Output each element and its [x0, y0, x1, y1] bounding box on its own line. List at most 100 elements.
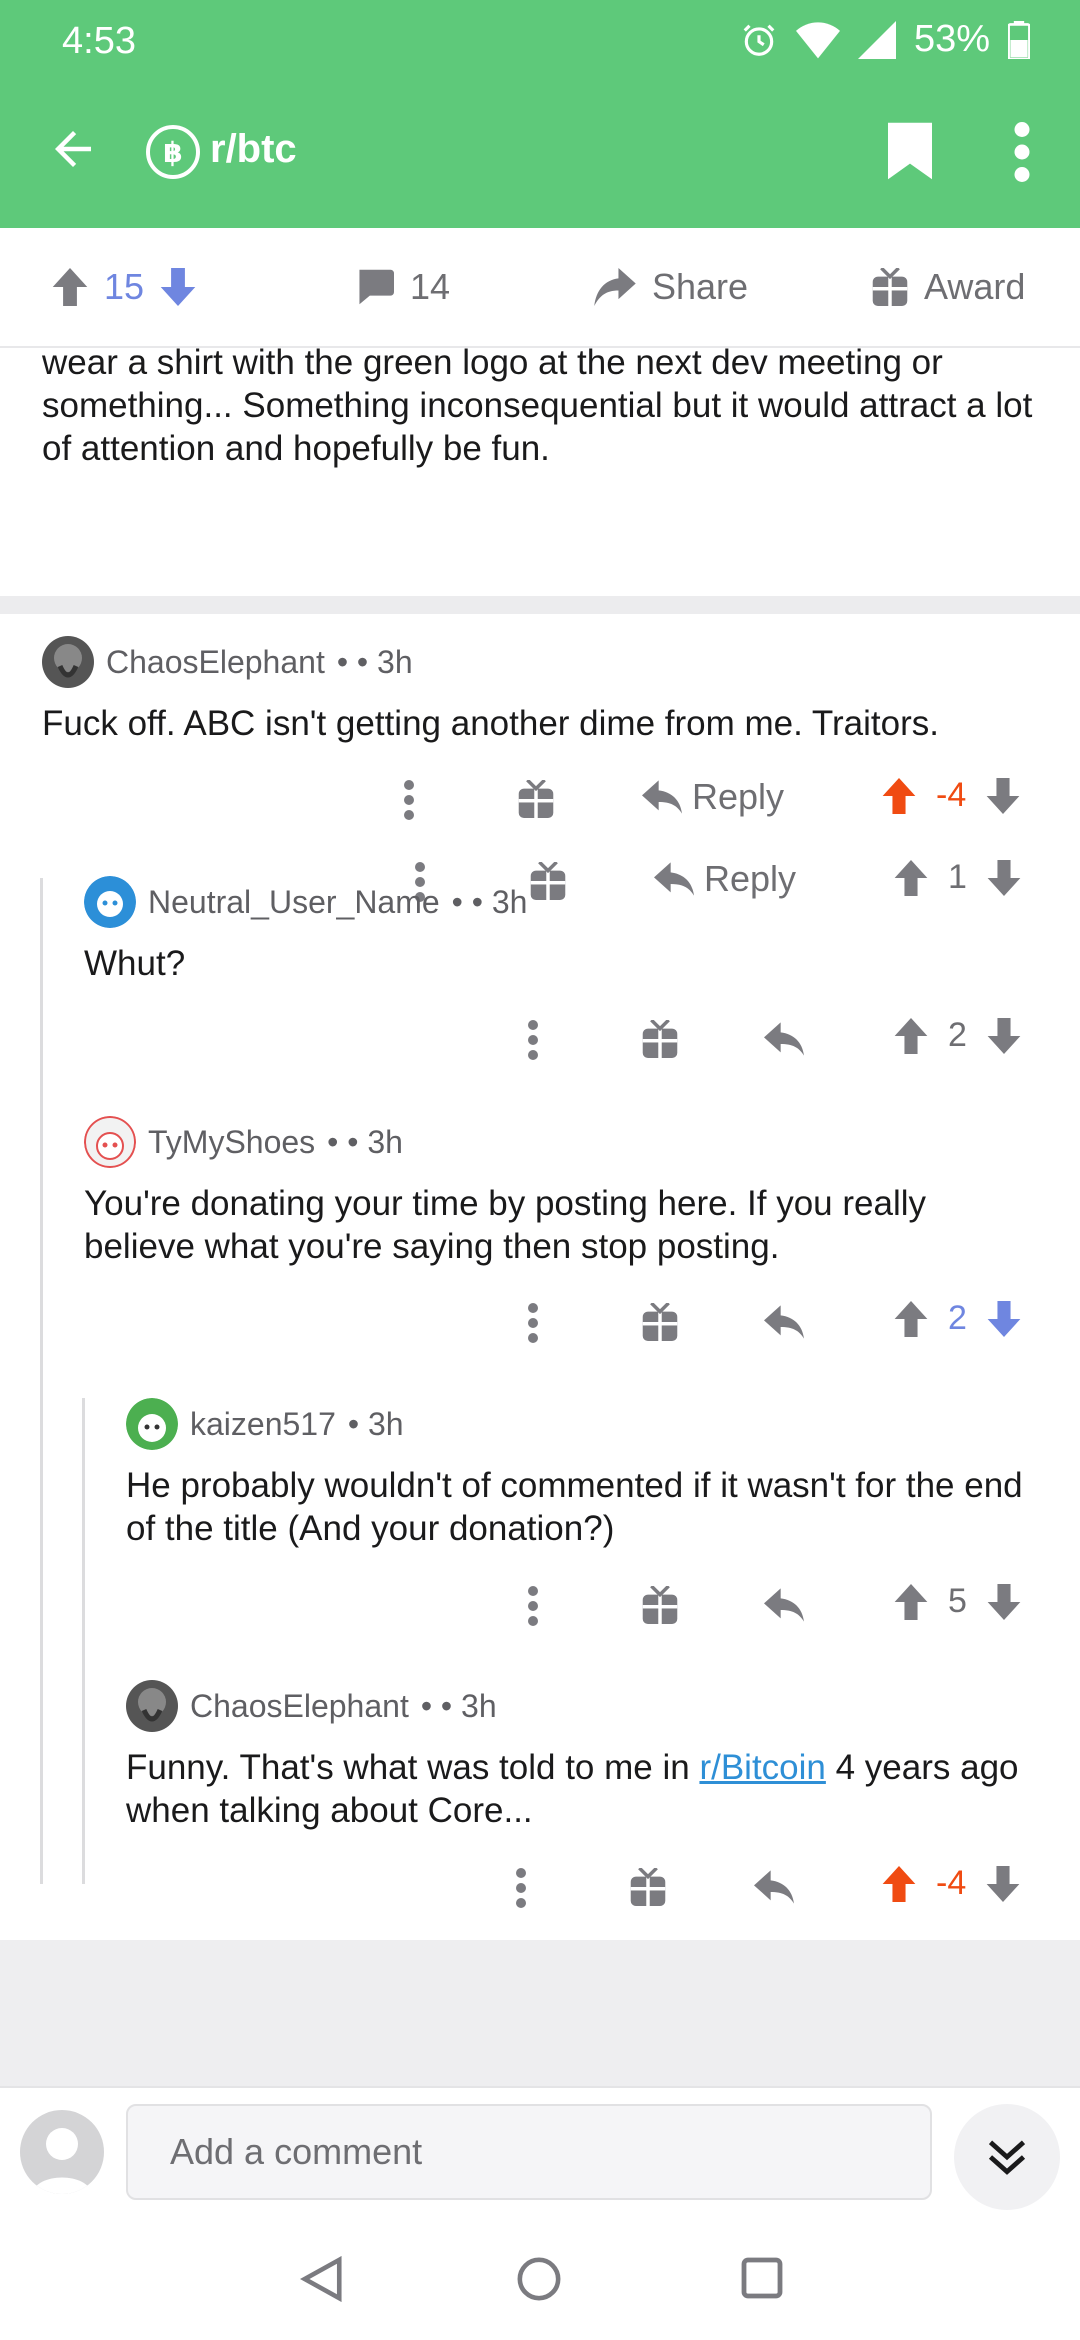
comment-meta: TyMyShoes • • 3h — [84, 1116, 1044, 1168]
share-button[interactable]: Share — [594, 266, 748, 308]
vote-group: 5 — [894, 1582, 1021, 1621]
score: 2 — [948, 1299, 967, 1337]
comment-author[interactable]: kaizen517 — [190, 1406, 336, 1443]
gift-icon[interactable] — [518, 780, 554, 818]
subreddit-link[interactable]: r/Bitcoin — [699, 1748, 825, 1787]
bookmark-icon[interactable] — [888, 122, 932, 180]
comment-time: • • 3h — [336, 643, 413, 680]
comment-meta: ChaosElephant • • 3h — [42, 636, 1042, 688]
comment-author[interactable]: Neutral_User_Name — [148, 884, 440, 921]
double-chevron-down-icon — [988, 2140, 1026, 2175]
upvote-icon[interactable] — [894, 1583, 928, 1620]
upvote-icon[interactable] — [882, 1865, 916, 1902]
score: 5 — [948, 1582, 967, 1620]
gift-icon[interactable] — [642, 1586, 678, 1624]
downvote-icon[interactable] — [987, 1583, 1021, 1620]
more-options-icon[interactable] — [1010, 122, 1034, 182]
comment: TyMyShoes • • 3h You're donating your ti… — [84, 1116, 1044, 1268]
downvote-icon[interactable] — [987, 1300, 1021, 1337]
upvote-icon[interactable] — [882, 777, 916, 814]
post-score: 15 — [104, 266, 145, 307]
score: 2 — [948, 1016, 967, 1054]
comment-composer: Add a comment — [0, 2086, 1080, 2216]
status-time: 4:53 — [62, 20, 136, 62]
add-comment-input[interactable]: Add a comment — [126, 2104, 932, 2200]
avatar[interactable] — [126, 1680, 178, 1732]
post-comments-button[interactable]: 14 — [356, 266, 450, 308]
snoo-avatar-icon — [84, 1116, 136, 1168]
comment-time: • • 3h — [327, 1123, 403, 1160]
comment-body: Funny. That's what was told to me in r/B… — [126, 1746, 1046, 1832]
reply-icon[interactable] — [754, 1870, 794, 1904]
comment-meta: kaizen517 • 3h — [126, 1398, 1046, 1450]
elephant-avatar-icon — [126, 1680, 178, 1732]
nav-back-icon[interactable] — [300, 2256, 344, 2302]
vote-group: -4 — [882, 776, 1020, 815]
gift-icon[interactable] — [642, 1020, 678, 1058]
reply-icon — [642, 780, 682, 814]
post-action-bar: 15 14 Share Award — [0, 228, 1080, 348]
back-arrow-icon[interactable] — [46, 122, 100, 176]
comment-time: • • 3h — [451, 883, 528, 920]
comment-author[interactable]: ChaosElephant — [190, 1688, 409, 1725]
avatar[interactable] — [84, 1116, 136, 1168]
more-icon[interactable] — [526, 1586, 540, 1626]
downvote-icon[interactable] — [160, 268, 196, 306]
reply-icon[interactable] — [764, 1588, 804, 1622]
comment-meta: ChaosElephant • • 3h — [126, 1680, 1046, 1732]
more-icon[interactable] — [514, 1868, 528, 1908]
gift-icon[interactable] — [630, 1868, 666, 1906]
battery-percent: 53% — [913, 18, 990, 60]
subreddit-name[interactable]: r/btc — [210, 127, 297, 172]
post-vote-group: 15 — [52, 266, 196, 308]
downvote-icon[interactable] — [986, 1865, 1020, 1902]
more-icon[interactable] — [526, 1303, 540, 1343]
system-nav-bar — [0, 2216, 1080, 2340]
comment-author[interactable]: ChaosElephant — [106, 644, 325, 681]
comment-meta: Neutral_User_Name • • 3h — [84, 876, 1044, 928]
nav-home-icon[interactable] — [516, 2256, 562, 2302]
downvote-icon[interactable] — [987, 1017, 1021, 1054]
post-body-clip: wear a shirt with the green logo at the … — [0, 348, 1080, 490]
alarm-icon — [743, 24, 775, 56]
comment-body: You're donating your time by posting her… — [84, 1184, 926, 1266]
comment-actions: Reply -4 — [0, 776, 1080, 840]
reply-icon[interactable] — [764, 1305, 804, 1339]
user-avatar[interactable] — [20, 2110, 104, 2194]
reply-label: Reply — [692, 776, 785, 817]
section-divider — [0, 596, 1080, 614]
nav-recents-icon[interactable] — [740, 2256, 784, 2300]
more-icon[interactable] — [526, 1020, 540, 1060]
more-icon[interactable] — [402, 780, 416, 820]
share-icon — [594, 268, 636, 306]
comment-author[interactable]: TyMyShoes — [148, 1124, 315, 1161]
comment: kaizen517 • 3h He probably wouldn't of c… — [126, 1398, 1046, 1550]
post-body-text: wear a shirt with the green logo at the … — [42, 348, 1033, 468]
upvote-icon[interactable] — [52, 268, 88, 306]
collapse-comments-button[interactable] — [954, 2104, 1060, 2210]
comment: ChaosElephant • • 3h Funny. That's what … — [126, 1680, 1046, 1832]
comment-time: • • 3h — [420, 1687, 497, 1724]
upvote-icon[interactable] — [894, 1017, 928, 1054]
reply-button[interactable]: Reply — [642, 776, 784, 818]
comment-icon — [359, 269, 394, 305]
comment-actions: 2 — [0, 1299, 1080, 1363]
award-button[interactable]: Award — [872, 266, 1025, 308]
comment-body: Whut? — [84, 944, 186, 983]
avatar[interactable] — [42, 636, 94, 688]
upvote-icon[interactable] — [894, 1300, 928, 1337]
comment-time: • 3h — [347, 1405, 404, 1442]
vote-group: -4 — [882, 1864, 1020, 1903]
gift-icon[interactable] — [642, 1303, 678, 1341]
gift-icon — [872, 268, 908, 306]
reply-icon[interactable] — [764, 1022, 804, 1056]
score: -4 — [936, 776, 967, 814]
elephant-avatar-icon — [42, 636, 94, 688]
downvote-icon[interactable] — [986, 777, 1020, 814]
snoo-avatar-icon — [84, 876, 136, 928]
avatar[interactable] — [126, 1398, 178, 1450]
comment-actions: 2 — [0, 1016, 1080, 1080]
avatar[interactable] — [84, 876, 136, 928]
comment-count: 14 — [410, 266, 451, 307]
battery-icon — [1008, 20, 1030, 59]
